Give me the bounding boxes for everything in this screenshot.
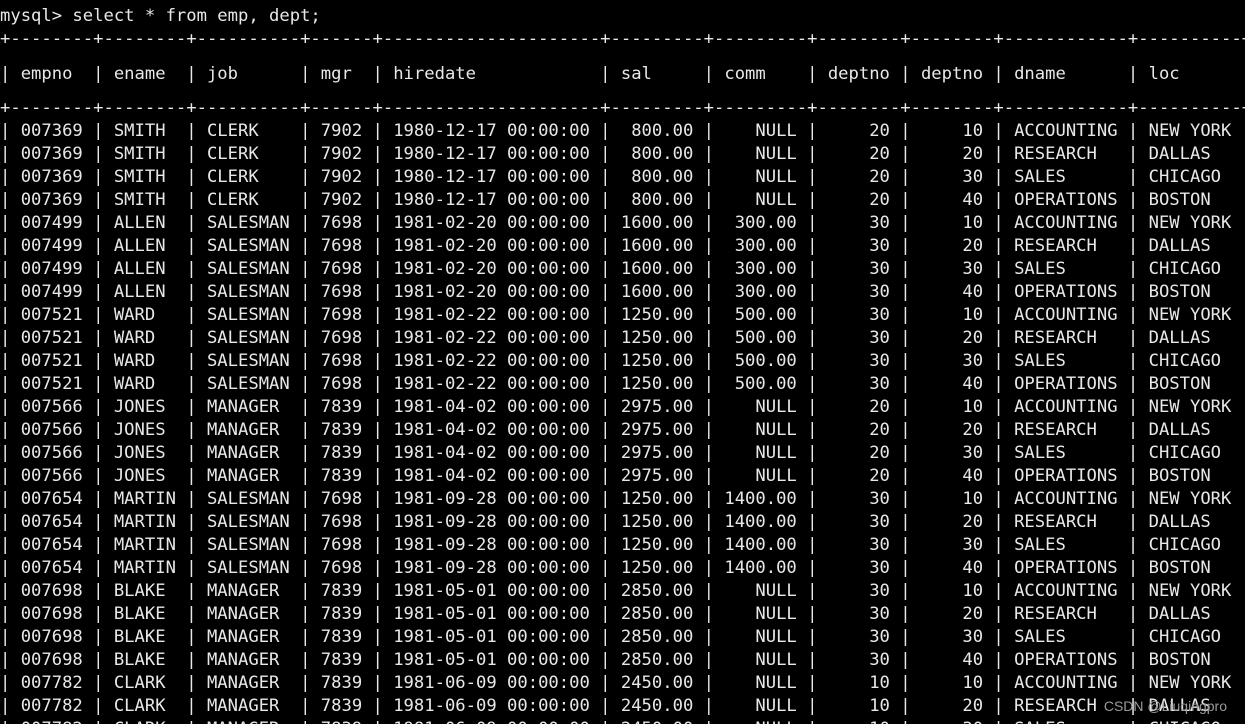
table-row: | 007566 | JONES | MANAGER | 7839 | 1981… xyxy=(0,443,1245,463)
command-prompt: mysql> select * from emp, dept; xyxy=(0,6,321,26)
table-row: | 007782 | CLARK | MANAGER | 7839 | 1981… xyxy=(0,718,1245,724)
table-row: | 007782 | CLARK | MANAGER | 7839 | 1981… xyxy=(0,696,1245,716)
table-row: | 007654 | MARTIN | SALESMAN | 7698 | 19… xyxy=(0,558,1245,578)
table-row: | 007698 | BLAKE | MANAGER | 7839 | 1981… xyxy=(0,604,1245,624)
table-row: | 007698 | BLAKE | MANAGER | 7839 | 1981… xyxy=(0,581,1245,601)
table-row: | 007566 | JONES | MANAGER | 7839 | 1981… xyxy=(0,466,1245,486)
table-row: | 007782 | CLARK | MANAGER | 7839 | 1981… xyxy=(0,673,1245,693)
table-border-header: +--------+--------+----------+------+---… xyxy=(0,98,1245,118)
table-row: | 007499 | ALLEN | SALESMAN | 7698 | 198… xyxy=(0,259,1245,279)
table-row: | 007499 | ALLEN | SALESMAN | 7698 | 198… xyxy=(0,213,1245,233)
table-row: | 007566 | JONES | MANAGER | 7839 | 1981… xyxy=(0,420,1245,440)
table-row: | 007369 | SMITH | CLERK | 7902 | 1980-1… xyxy=(0,167,1245,187)
result-rows: | 007369 | SMITH | CLERK | 7902 | 1980-1… xyxy=(0,120,1245,724)
table-row: | 007369 | SMITH | CLERK | 7902 | 1980-1… xyxy=(0,144,1245,164)
table-row: | 007369 | SMITH | CLERK | 7902 | 1980-1… xyxy=(0,121,1245,141)
watermark: CSDN @Liuqingpro xyxy=(1103,698,1227,714)
table-row: | 007654 | MARTIN | SALESMAN | 7698 | 19… xyxy=(0,512,1245,532)
table-row: | 007698 | BLAKE | MANAGER | 7839 | 1981… xyxy=(0,650,1245,670)
table-row: | 007698 | BLAKE | MANAGER | 7839 | 1981… xyxy=(0,627,1245,647)
table-row: | 007369 | SMITH | CLERK | 7902 | 1980-1… xyxy=(0,190,1245,210)
table-row: | 007566 | JONES | MANAGER | 7839 | 1981… xyxy=(0,397,1245,417)
table-row: | 007499 | ALLEN | SALESMAN | 7698 | 198… xyxy=(0,282,1245,302)
table-row: | 007521 | WARD | SALESMAN | 7698 | 1981… xyxy=(0,305,1245,325)
table-row: | 007521 | WARD | SALESMAN | 7698 | 1981… xyxy=(0,374,1245,394)
table-header-row: | empno | ename | job | mgr | hiredate |… xyxy=(0,64,1245,84)
table-row: | 007654 | MARTIN | SALESMAN | 7698 | 19… xyxy=(0,535,1245,555)
table-row: | 007521 | WARD | SALESMAN | 7698 | 1981… xyxy=(0,351,1245,371)
terminal-window[interactable]: mysql> select * from emp, dept; +-------… xyxy=(0,0,1245,724)
table-border-top: +--------+--------+----------+------+---… xyxy=(0,29,1245,49)
table-row: | 007654 | MARTIN | SALESMAN | 7698 | 19… xyxy=(0,489,1245,509)
table-row: | 007521 | WARD | SALESMAN | 7698 | 1981… xyxy=(0,328,1245,348)
table-row: | 007499 | ALLEN | SALESMAN | 7698 | 198… xyxy=(0,236,1245,256)
